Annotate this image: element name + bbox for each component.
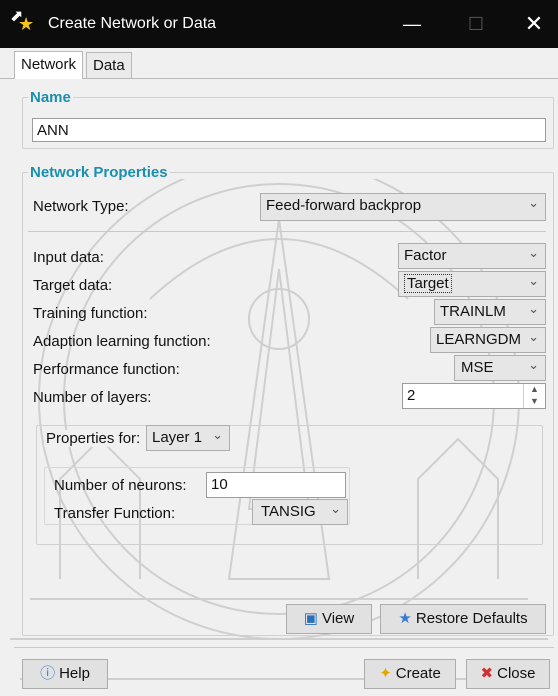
view-button[interactable]: ▣ View xyxy=(286,604,372,634)
chevron-down-icon xyxy=(528,300,539,324)
view-window-icon: ▣ xyxy=(303,610,318,627)
minimize-button[interactable]: — xyxy=(392,10,432,38)
close-circle-icon: ✖ xyxy=(480,665,494,682)
chevron-down-icon xyxy=(528,272,539,296)
star-icon: ★ xyxy=(398,610,412,627)
chevron-down-icon xyxy=(528,194,539,218)
title-bar[interactable]: ⬈ ★ Create Network or Data — ☐ ✕ xyxy=(0,0,558,48)
restore-defaults-label: Restore Defaults xyxy=(415,610,528,627)
number-of-neurons-input[interactable]: 10 xyxy=(206,472,346,498)
tab-network[interactable]: Network xyxy=(14,51,84,79)
transfer-function-label: Transfer Function: xyxy=(54,505,176,522)
number-of-layers-input[interactable]: 2 ▲ ▼ xyxy=(402,383,546,409)
maximize-button[interactable]: ☐ xyxy=(456,10,496,38)
help-button-label: Help xyxy=(59,665,90,682)
chevron-down-icon xyxy=(330,500,341,524)
transfer-function-select[interactable]: TANSIG xyxy=(252,499,348,525)
training-function-value: TRAINLM xyxy=(440,303,506,320)
footer-divider xyxy=(14,647,554,648)
network-type-value: Feed-forward backprop xyxy=(266,197,422,214)
number-of-neurons-label: Number of neurons: xyxy=(54,477,187,494)
restore-defaults-button[interactable]: ★ Restore Defaults xyxy=(380,604,546,634)
input-data-select[interactable]: Factor xyxy=(398,243,546,269)
performance-function-value: MSE xyxy=(461,359,494,376)
name-group-title: Name xyxy=(28,89,73,106)
chevron-down-icon xyxy=(528,244,539,268)
network-tab-panel: Name ANN Network Properties Network Type… xyxy=(0,79,558,696)
adaption-function-label: Adaption learning function: xyxy=(33,333,211,350)
training-function-select[interactable]: TRAINLM xyxy=(434,299,546,325)
tab-data[interactable]: Data xyxy=(86,52,132,78)
layers-spinner[interactable]: ▲ ▼ xyxy=(523,384,545,408)
divider xyxy=(28,231,546,232)
help-button[interactable]: ⓘ Help xyxy=(22,659,108,689)
window-title: Create Network or Data xyxy=(48,15,217,32)
number-of-layers-value: 2 xyxy=(407,387,416,404)
properties-for-select[interactable]: Layer 1 xyxy=(146,425,230,451)
chevron-down-icon xyxy=(528,356,539,380)
adaption-function-value: LEARNGDM xyxy=(436,331,522,348)
performance-function-label: Performance function: xyxy=(33,361,180,378)
performance-function-select[interactable]: MSE xyxy=(454,355,546,381)
network-type-select[interactable]: Feed-forward backprop xyxy=(260,193,546,221)
network-type-label: Network Type: xyxy=(33,198,129,215)
network-properties-title: Network Properties xyxy=(28,164,170,181)
spin-down-icon[interactable]: ▼ xyxy=(524,396,545,408)
star-app-icon: ★ xyxy=(18,14,35,34)
create-button[interactable]: ✦ Create xyxy=(364,659,456,689)
tab-bar: Network Data xyxy=(0,48,558,79)
number-of-layers-label: Number of layers: xyxy=(33,389,152,406)
properties-for-value: Layer 1 xyxy=(152,429,203,446)
close-button-label: Close xyxy=(497,665,536,682)
training-function-label: Training function: xyxy=(33,305,148,322)
input-data-label: Input data: xyxy=(33,249,104,266)
chevron-down-icon xyxy=(212,426,223,450)
chevron-down-icon xyxy=(528,328,539,352)
close-window-button[interactable]: ✕ xyxy=(514,10,554,38)
target-data-select[interactable]: Target xyxy=(398,271,546,297)
transfer-function-value: TANSIG xyxy=(261,503,316,520)
close-button[interactable]: ✖ Close xyxy=(466,659,550,689)
target-data-value: Target xyxy=(404,274,452,293)
input-data-value: Factor xyxy=(404,247,447,264)
view-button-label: View xyxy=(321,610,355,627)
adaption-function-select[interactable]: LEARNGDM xyxy=(430,327,546,353)
name-input[interactable]: ANN xyxy=(32,118,546,142)
spin-up-icon[interactable]: ▲ xyxy=(524,384,545,396)
help-icon: ⓘ xyxy=(40,665,56,682)
target-data-label: Target data: xyxy=(33,277,113,294)
create-button-label: Create xyxy=(395,665,441,682)
star-create-icon: ✦ xyxy=(379,665,392,682)
properties-for-label: Properties for: xyxy=(44,430,143,447)
